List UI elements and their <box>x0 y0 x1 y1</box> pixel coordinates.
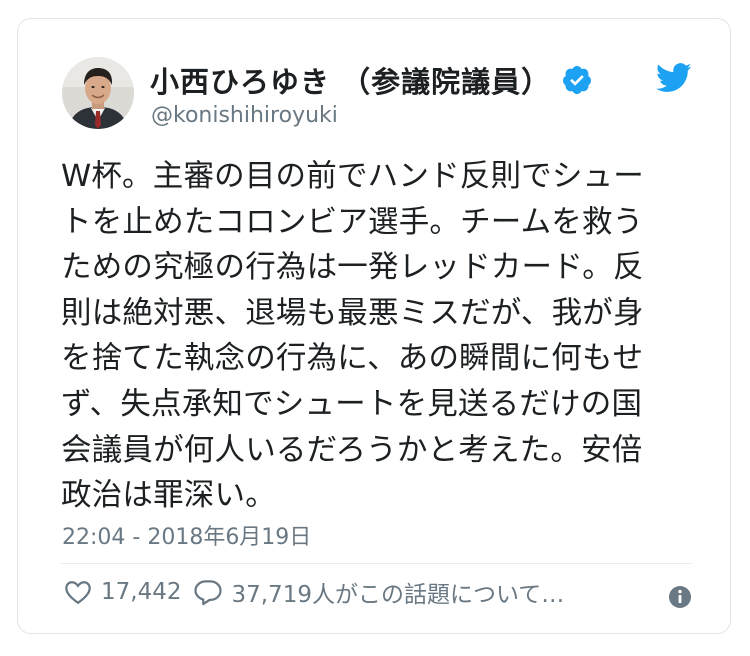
tweet-line: トを止めたコロンビア選手。チームを救う <box>61 204 644 240</box>
name-row: 小西ひろゆき （参議院議員） <box>150 59 593 101</box>
verified-badge-icon <box>563 66 592 94</box>
twitter-bird-icon[interactable] <box>656 63 692 93</box>
reply-button[interactable]: 37,719人がこの話題について… <box>193 575 564 609</box>
tweet-actions: 17,442 37,719人がこの話題について… <box>63 575 576 609</box>
user-handle[interactable]: @konishihiroyuki <box>151 103 338 128</box>
tweet-line: 則は絶対悪、退場も最悪ミスだが、我が身 <box>61 295 644 331</box>
tweet-line: 会議員が何人いるだろうかと考えた。安倍 <box>61 432 643 468</box>
divider <box>61 563 692 564</box>
like-button[interactable]: 17,442 <box>63 577 181 607</box>
speech-bubble-icon <box>194 580 223 606</box>
like-count: 17,442 <box>101 579 182 605</box>
info-icon[interactable] <box>668 585 692 609</box>
reply-summary: 37,719人がこの話題について… <box>231 582 565 608</box>
tweet-line: ず、失点承知でシュートを見送るだけの国 <box>61 386 643 422</box>
tweet-text: W杯。主審の目の前でハンド反則でシュー トを止めたコロンビア選手。チームを救う … <box>61 154 701 519</box>
tweet-line: W杯。主審の目の前でハンド反則でシュー <box>61 159 644 194</box>
tweet-line: ための究極の行為は一発レッドカード。反 <box>61 250 644 286</box>
avatar[interactable] <box>62 57 134 129</box>
tweet-line: 政治は罪深い。 <box>61 478 276 514</box>
tweet-card[interactable]: 小西ひろゆき （参議院議員） @konishihiroyuki W杯。主審の目の… <box>17 18 731 634</box>
display-name[interactable]: 小西ひろゆき （参議院議員） <box>150 59 551 101</box>
tweet-timestamp[interactable]: 22:04 - 2018年6月19日 <box>62 519 311 551</box>
heart-icon <box>65 581 91 605</box>
tweet-line: を捨てた執念の行為に、あの瞬間に何もせ <box>61 341 644 377</box>
